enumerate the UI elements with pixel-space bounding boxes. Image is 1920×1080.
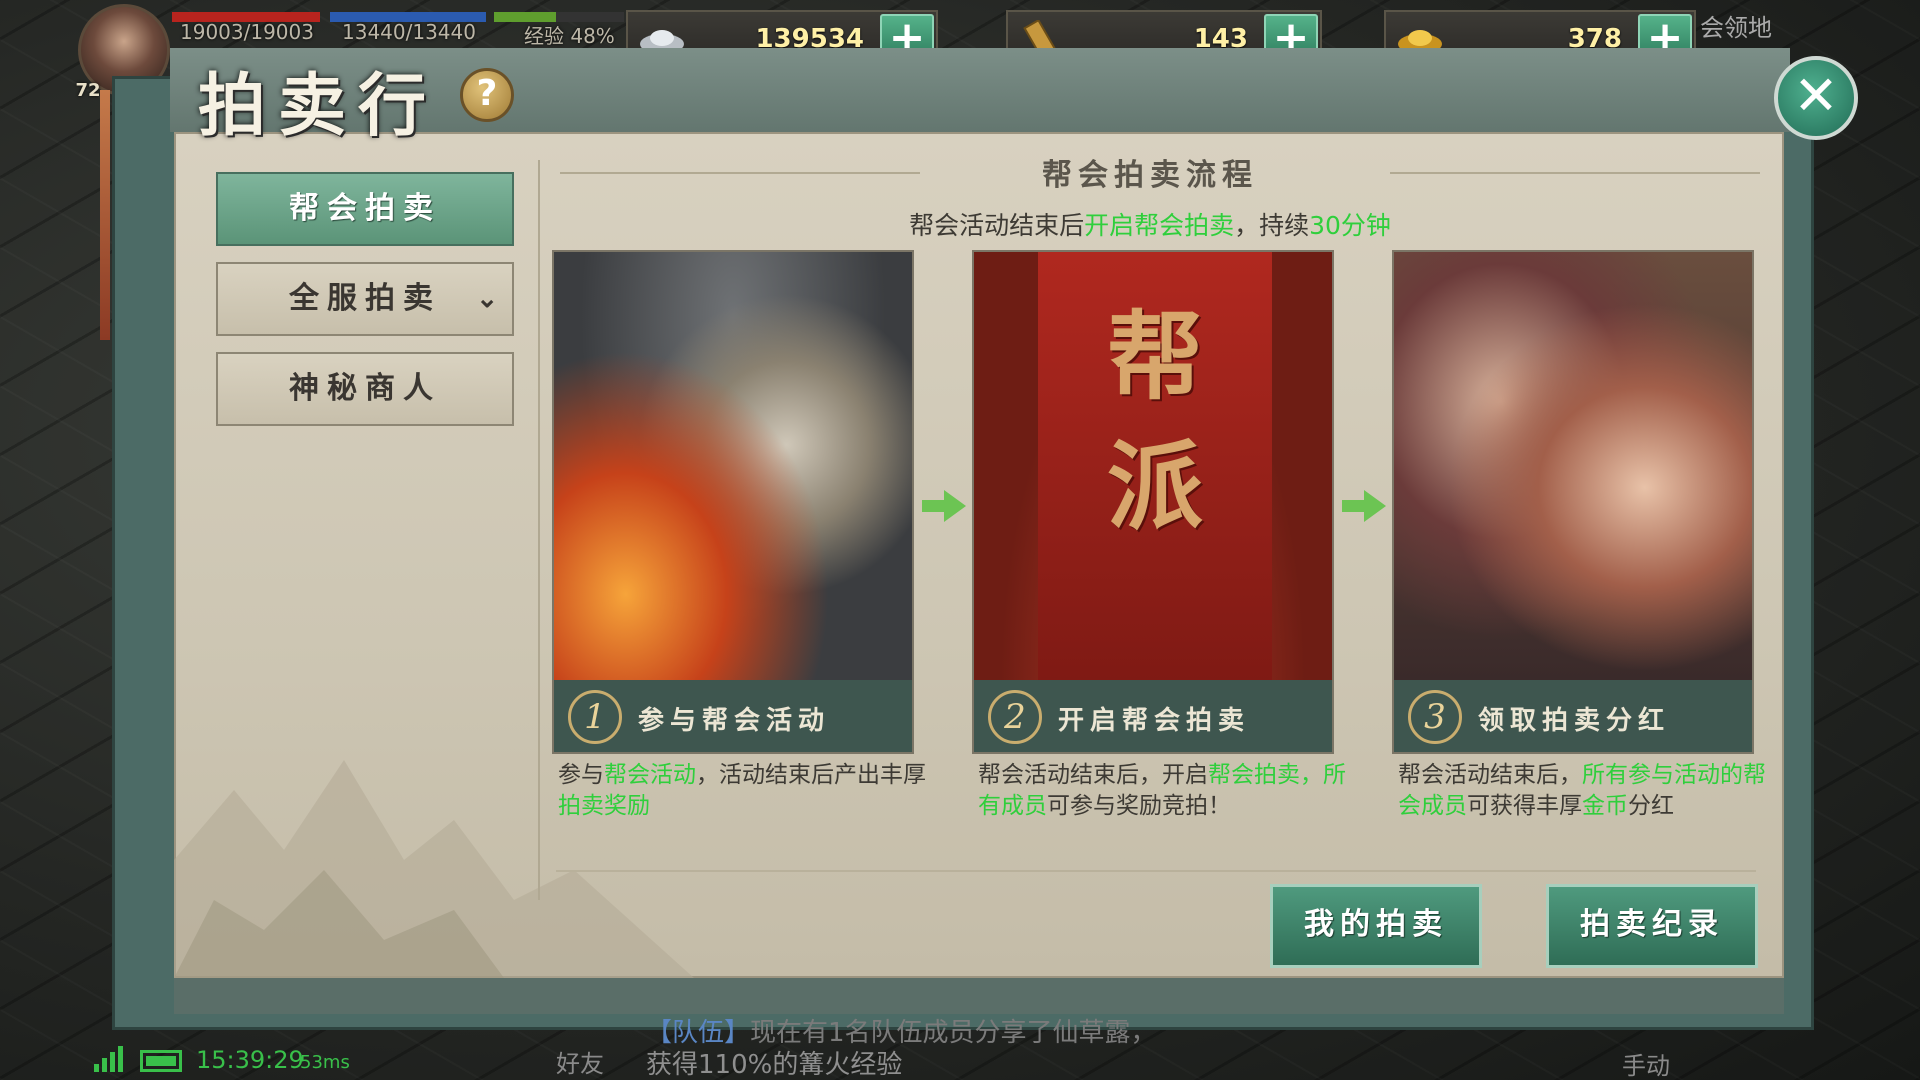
desc-text: 帮会活动结束后， (1398, 762, 1582, 788)
clock-time: 15:39:29 (196, 1046, 304, 1074)
step-caption: 3 领取拍卖分红 (1394, 680, 1752, 752)
arrow-right-icon (1342, 490, 1386, 522)
tab-label: 帮会拍卖 (289, 191, 441, 226)
step-card-1: 1 参与帮会活动 (552, 250, 914, 754)
desc-highlight: 金币 (1582, 793, 1628, 819)
step-card-2: 帮派 2 开启帮会拍卖 (972, 250, 1334, 754)
mp-text: 13440/13440 (342, 20, 476, 44)
auction-log-button[interactable]: 拍卖纪录 (1546, 884, 1758, 968)
banner-char: 帮 (1107, 300, 1203, 413)
step-number: 1 (568, 690, 622, 744)
decorative-pendant (100, 90, 110, 340)
desc-text: ，活动结束后产出丰厚 (696, 762, 926, 788)
step-label: 开启帮会拍卖 (1058, 706, 1251, 736)
desc-highlight: 帮会拍卖 (1208, 762, 1300, 788)
section-title: 帮会拍卖流程 (1042, 158, 1258, 193)
intro-text: 帮会活动结束后 (909, 211, 1085, 240)
step-description-3: 帮会活动结束后，所有参与活动的帮会成员可获得丰厚金币分红 (1398, 760, 1768, 822)
close-button[interactable]: ✕ (1774, 56, 1858, 140)
step-description-1: 参与帮会活动，活动结束后产出丰厚拍卖奖励 (558, 760, 928, 822)
step-card-3: 3 领取拍卖分红 (1392, 250, 1754, 754)
desc-text: 参与 (558, 762, 604, 788)
tab-label: 全服拍卖 (289, 281, 441, 316)
step-caption: 2 开启帮会拍卖 (974, 680, 1332, 752)
banner-text: 帮派 (1038, 292, 1272, 552)
manual-mode-button[interactable]: 手动 (1622, 1046, 1670, 1080)
exp-text: 经验 48% (524, 24, 615, 48)
friends-button[interactable]: 好友 (556, 1044, 604, 1079)
ping-latency: 53ms (300, 1052, 350, 1073)
step-description-2: 帮会活动结束后，开启帮会拍卖，所有成员可参与奖励竞拍！ (978, 760, 1348, 822)
chevron-down-icon: ⌄ (476, 284, 498, 314)
desc-text: 帮会活动结束后，开启 (978, 762, 1208, 788)
panel-bottom-strip (174, 978, 1784, 1014)
chat-line: 获得110%的篝火经验 (646, 1050, 903, 1080)
vertical-divider (538, 160, 540, 900)
territory-text: 会领地 (1700, 14, 1772, 42)
tab-mystery-merchant[interactable]: 神秘商人 (216, 352, 514, 426)
intro-text: ，持续 (1234, 211, 1310, 240)
battle-illustration (554, 252, 912, 680)
step-label: 参与帮会活动 (638, 706, 831, 736)
couple-illustration (1394, 252, 1752, 680)
horizontal-divider (556, 870, 1756, 872)
my-auction-button[interactable]: 我的拍卖 (1270, 884, 1482, 968)
step-label: 领取拍卖分红 (1478, 706, 1671, 736)
help-button[interactable]: ? (460, 68, 514, 122)
arrow-right-icon (922, 490, 966, 522)
desc-text: 分红 (1628, 793, 1674, 819)
intro-duration: 30分钟 (1309, 211, 1391, 240)
step-number: 2 (988, 690, 1042, 744)
intro-highlight: 开启帮会拍卖 (1084, 211, 1235, 240)
battery-icon (140, 1050, 182, 1072)
signal-icon (94, 1046, 123, 1072)
desc-highlight: 帮会活动 (604, 762, 696, 788)
banner-char: 派 (1107, 430, 1203, 543)
hp-text: 19003/19003 (180, 20, 314, 44)
desc-text: 可获得丰厚 (1467, 793, 1582, 819)
tab-label: 神秘商人 (289, 371, 441, 406)
window-title: 拍卖行 (198, 66, 439, 146)
flow-intro: 帮会活动结束后开启帮会拍卖，持续30分钟 (700, 206, 1600, 242)
tab-server-auction[interactable]: 全服拍卖 ⌄ (216, 262, 514, 336)
desc-text: 可参与奖励竞拍！ (1047, 793, 1231, 819)
tab-guild-auction[interactable]: 帮会拍卖 (216, 172, 514, 246)
step-number: 3 (1408, 690, 1462, 744)
desc-highlight: 拍卖奖励 (558, 793, 650, 819)
step-caption: 1 参与帮会活动 (554, 680, 912, 752)
